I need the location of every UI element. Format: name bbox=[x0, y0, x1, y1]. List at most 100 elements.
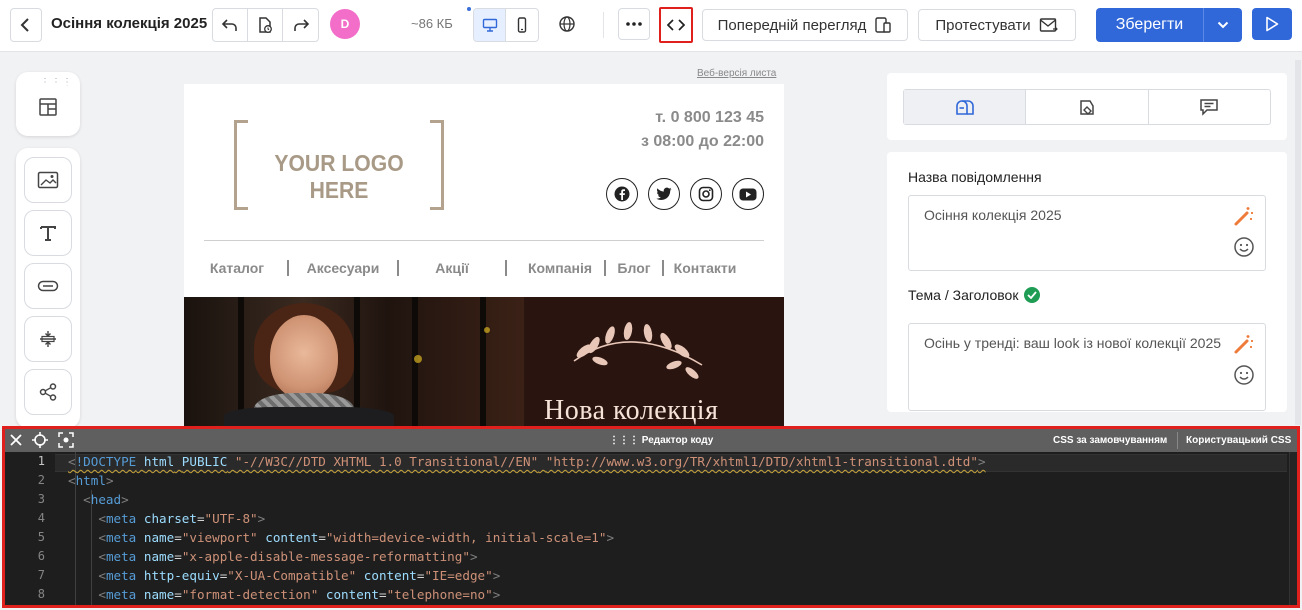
line-number: 7 bbox=[37, 568, 45, 582]
spacer-block-tool[interactable] bbox=[24, 316, 72, 362]
subject-label-row: Тема / Заголовок bbox=[908, 287, 1041, 303]
subject-label: Тема / Заголовок bbox=[908, 287, 1019, 303]
mobile-view-button[interactable] bbox=[506, 9, 538, 41]
message-name-field[interactable]: Осіння колекція 2025 bbox=[908, 195, 1266, 271]
menu-item-accessories[interactable]: Аксесуари bbox=[306, 260, 380, 276]
save-button[interactable]: Зберегти bbox=[1096, 8, 1204, 42]
twitter-icon[interactable] bbox=[648, 178, 680, 210]
logo-text: YOUR LOGO HERE bbox=[274, 150, 404, 203]
working-hours: з 08:00 до 22:00 bbox=[640, 133, 764, 150]
code-editor-button[interactable] bbox=[659, 7, 693, 43]
line-number: 6 bbox=[37, 549, 45, 563]
css-custom-tab[interactable]: Користувацький CSS bbox=[1186, 435, 1291, 446]
back-button[interactable] bbox=[10, 8, 42, 42]
line-number: 3 bbox=[37, 492, 45, 506]
undo-button[interactable] bbox=[213, 9, 248, 41]
settings-scrollbar[interactable] bbox=[1295, 60, 1301, 425]
subject-field[interactable]: Осінь у тренді: ваш look із нової колекц… bbox=[908, 323, 1266, 411]
social-block-tool[interactable] bbox=[24, 369, 72, 415]
hero-banner[interactable]: Нова колекція bbox=[184, 297, 784, 429]
chevron-down-icon bbox=[1217, 21, 1229, 29]
phone-number: т. 0 800 123 45 bbox=[655, 109, 764, 126]
facebook-icon[interactable] bbox=[606, 178, 638, 210]
desktop-view-button[interactable] bbox=[474, 9, 506, 41]
emoji-picker-icon[interactable] bbox=[1233, 364, 1255, 386]
header-divider bbox=[204, 240, 764, 241]
desktop-icon bbox=[482, 18, 497, 32]
hero-headline[interactable]: Нова колекція bbox=[544, 395, 718, 427]
email-menu: Каталог Аксесуари Акції Компанія Блог Ко… bbox=[204, 260, 784, 276]
toolbar-divider bbox=[603, 12, 604, 38]
ai-magic-wand-icon[interactable] bbox=[1233, 333, 1255, 355]
logo-placeholder[interactable]: YOUR LOGO HERE bbox=[234, 120, 444, 210]
line-number: 8 bbox=[37, 587, 45, 601]
line-number-gutter: 1 2 3 4 5 6 7 8 bbox=[5, 452, 55, 605]
user-avatar[interactable]: D bbox=[330, 9, 360, 39]
redo-button[interactable] bbox=[283, 9, 318, 41]
code-line: <html> bbox=[68, 473, 114, 488]
structures-tool[interactable] bbox=[24, 84, 72, 130]
css-default-tab[interactable]: CSS за замовчуванням bbox=[1053, 435, 1167, 446]
send-campaign-button[interactable] bbox=[1252, 8, 1292, 40]
play-icon bbox=[1266, 16, 1279, 32]
tab-message-settings[interactable] bbox=[904, 90, 1027, 124]
instagram-icon[interactable] bbox=[690, 178, 722, 210]
code-editor-panel: ⋮⋮⋮ Редактор коду CSS за замовчуванням К… bbox=[2, 426, 1300, 608]
menu-item-contacts[interactable]: Контакти bbox=[672, 260, 738, 276]
top-toolbar: Осіння колекція 2025 D ~86 КБ Попередній… bbox=[0, 0, 1302, 52]
social-links bbox=[606, 178, 764, 210]
menu-item-company[interactable]: Компанія bbox=[524, 260, 596, 276]
code-line: <meta name="x-apple-disable-message-refo… bbox=[98, 549, 478, 564]
fullscreen-icon[interactable] bbox=[57, 431, 75, 449]
email-canvas[interactable]: YOUR LOGO HERE т. 0 800 123 45 з 08:00 д… bbox=[184, 84, 784, 429]
line-number: 1 bbox=[37, 454, 45, 468]
ai-magic-wand-icon[interactable] bbox=[1233, 205, 1255, 227]
code-editor-title[interactable]: ⋮⋮⋮ Редактор коду bbox=[609, 435, 713, 446]
name-label: Назва повідомлення bbox=[908, 169, 1042, 185]
code-line: <meta name="viewport" content="width=dev… bbox=[98, 530, 615, 545]
preview-button[interactable]: Попередній перегляд bbox=[702, 9, 908, 41]
save-options-button[interactable] bbox=[1204, 8, 1242, 42]
button-icon bbox=[37, 280, 59, 292]
menu-item-promos[interactable]: Акції bbox=[416, 260, 488, 276]
tab-styles[interactable] bbox=[1026, 90, 1149, 124]
preview-devices-icon bbox=[875, 17, 892, 33]
save-button-group: Зберегти bbox=[1096, 8, 1242, 42]
button-block-tool[interactable] bbox=[24, 263, 72, 309]
history-controls bbox=[212, 8, 319, 42]
undo-icon bbox=[221, 19, 237, 31]
close-icon[interactable] bbox=[9, 433, 23, 447]
message-name-value: Осіння колекція 2025 bbox=[924, 207, 1062, 223]
emoji-picker-icon[interactable] bbox=[1233, 236, 1255, 258]
dock-position-icon[interactable] bbox=[31, 431, 49, 449]
line-number: 4 bbox=[37, 511, 45, 525]
tab-comments[interactable] bbox=[1149, 90, 1270, 124]
code-line: <head> bbox=[83, 492, 129, 507]
image-block-tool[interactable] bbox=[24, 157, 72, 203]
code-editor-text[interactable]: <!DOCTYPE html PUBLIC "-//W3C//DTD XHTML… bbox=[68, 452, 986, 602]
line-number: 2 bbox=[37, 473, 45, 487]
menu-item-catalog[interactable]: Каталог bbox=[204, 260, 270, 276]
drag-handle-icon: ⋮⋮⋮ bbox=[609, 435, 642, 446]
notification-dot bbox=[467, 7, 471, 11]
code-line: <meta charset="UTF-8"> bbox=[98, 511, 266, 526]
more-options-button[interactable] bbox=[618, 8, 650, 40]
text-icon bbox=[40, 226, 56, 241]
document-history-icon bbox=[259, 17, 272, 33]
layout-blocks-icon bbox=[39, 98, 57, 116]
check-circle-icon bbox=[1024, 287, 1041, 303]
contact-info: т. 0 800 123 45 з 08:00 до 22:00 bbox=[641, 106, 764, 154]
menu-item-blog[interactable]: Блог bbox=[614, 260, 654, 276]
redo-icon bbox=[293, 19, 309, 31]
device-switcher bbox=[473, 8, 539, 42]
text-block-tool[interactable] bbox=[24, 210, 72, 256]
code-line: <meta http-equiv="X-UA-Compatible" conte… bbox=[98, 568, 501, 583]
test-send-button[interactable]: Протестувати bbox=[918, 9, 1076, 41]
code-editor-scrollbar[interactable] bbox=[1289, 452, 1297, 605]
code-line: <meta name="format-detection" content="t… bbox=[98, 587, 501, 602]
web-version-link[interactable]: Веб-версія листа bbox=[697, 68, 776, 79]
version-history-button[interactable] bbox=[248, 9, 283, 41]
more-dots-icon bbox=[626, 22, 642, 26]
language-button[interactable] bbox=[550, 8, 584, 40]
youtube-icon[interactable] bbox=[732, 178, 764, 210]
